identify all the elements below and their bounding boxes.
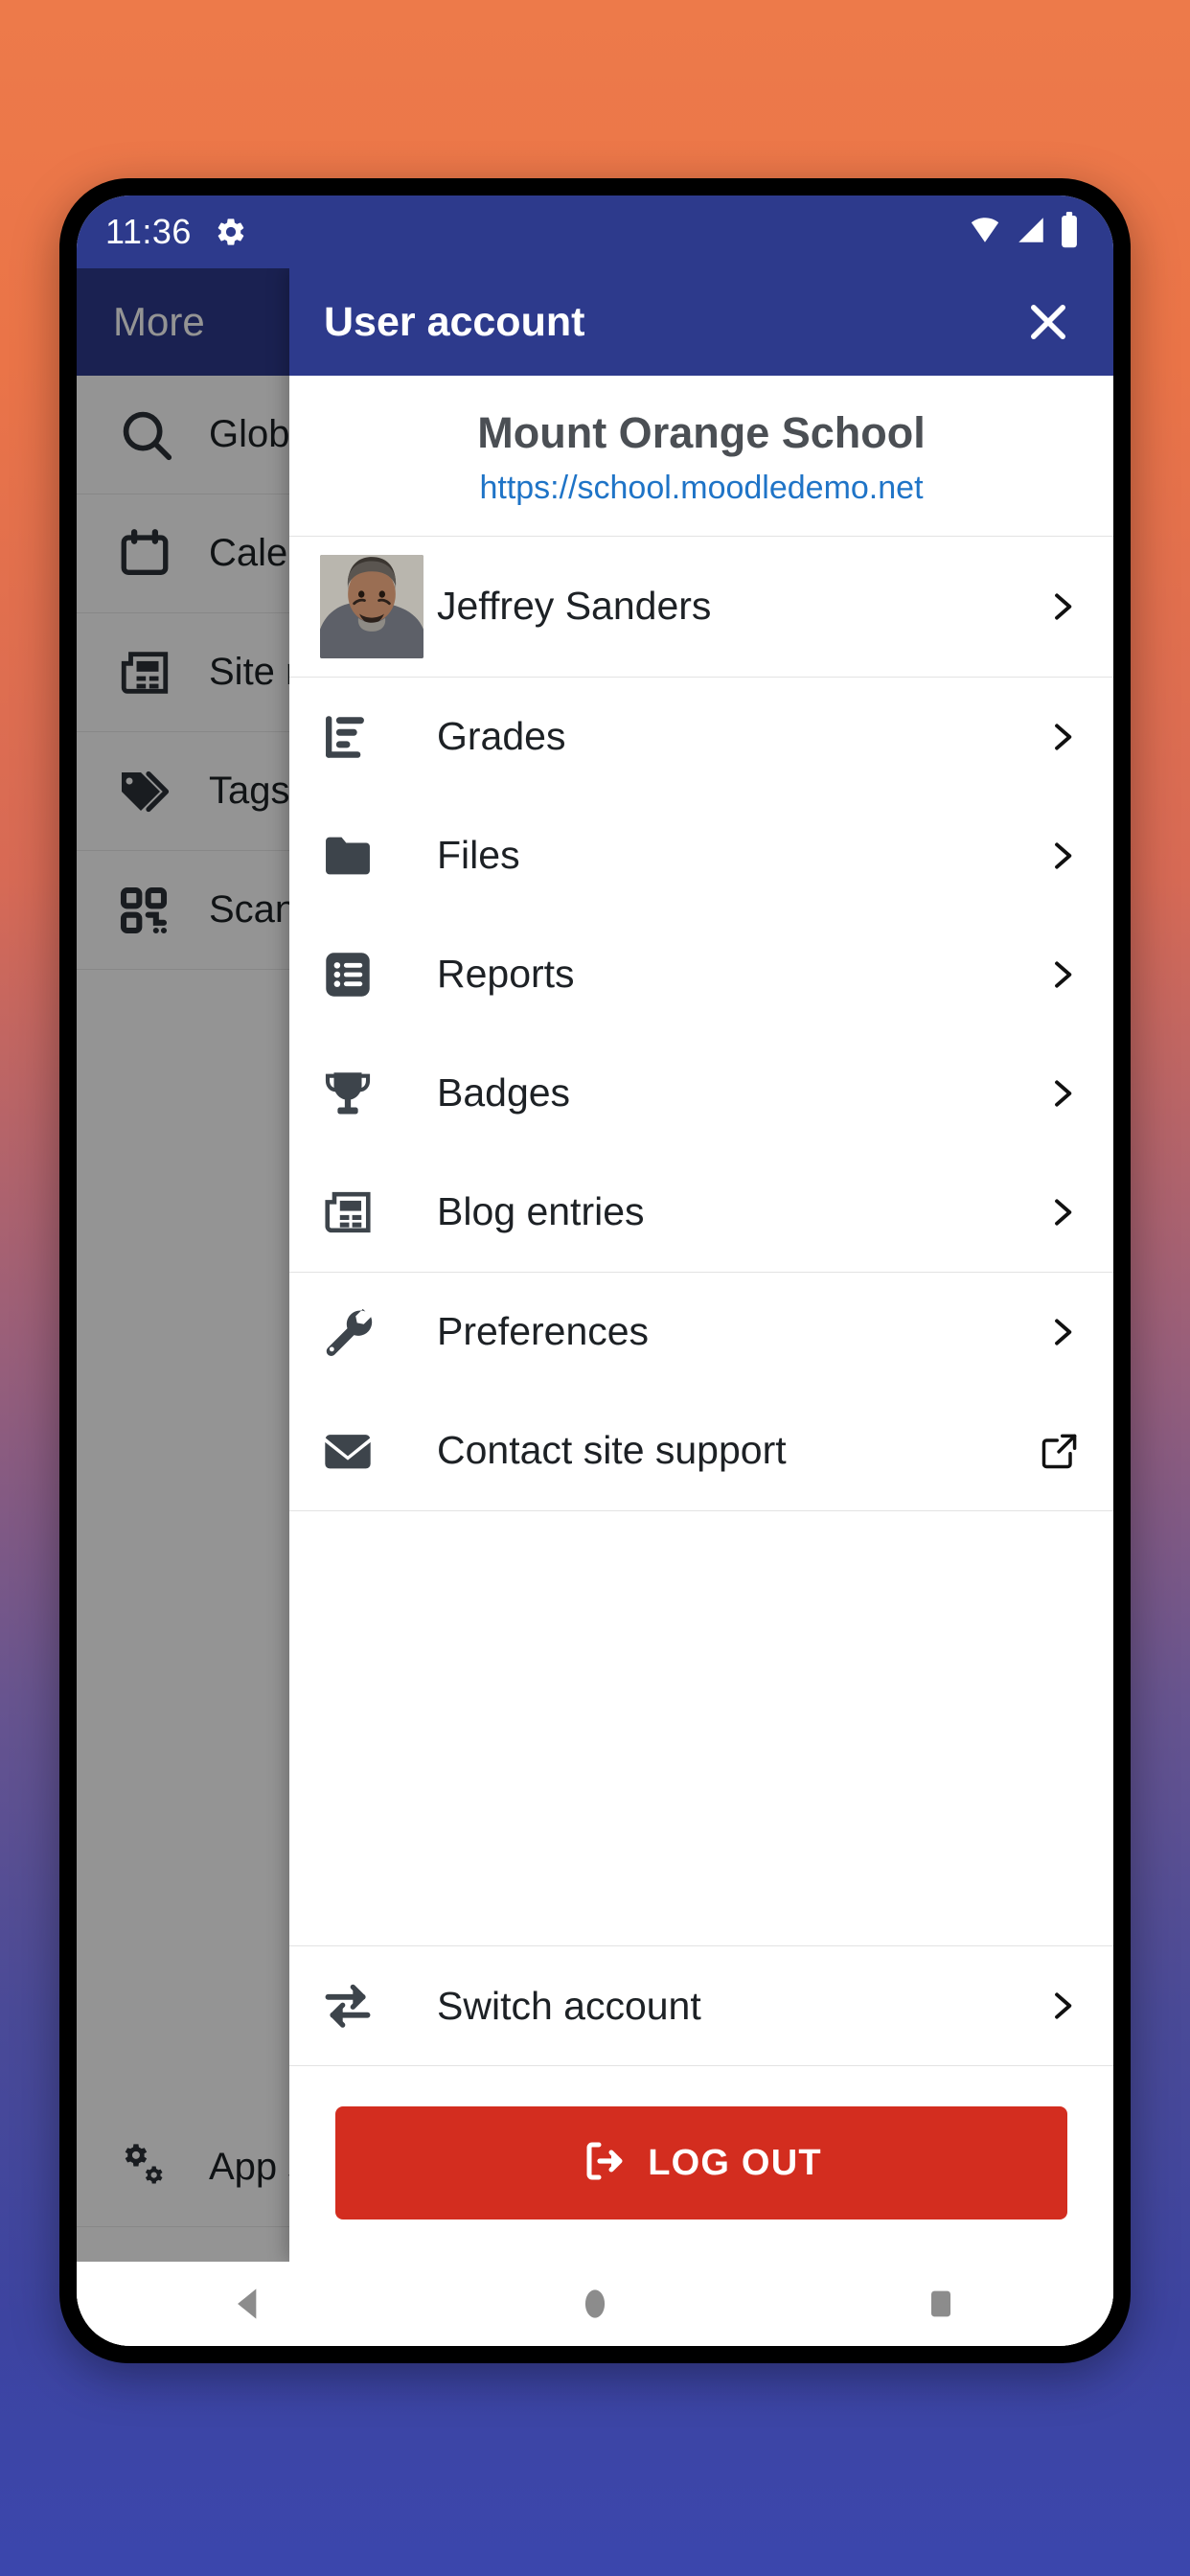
- list-item-label: Contact site support: [437, 1428, 787, 1473]
- screen-body: More Global search: [77, 268, 1113, 2346]
- list-item-label: Switch account: [437, 1983, 701, 2028]
- logout-section: LOG OUT: [289, 2066, 1113, 2262]
- phone-screen: 11:36 More Global Calendar Site Tags Sca…: [77, 196, 1113, 2346]
- chevron-right-icon: [1033, 1074, 1081, 1113]
- list-item-label: Grades: [437, 714, 566, 759]
- list-item-label: Blog entries: [437, 1189, 645, 1234]
- list-item-contact-site-support[interactable]: Contact site support: [289, 1392, 1113, 1510]
- grades-chart-icon: [320, 709, 423, 765]
- cellular-signal-icon: [1014, 214, 1048, 251]
- logout-button[interactable]: LOG OUT: [335, 2106, 1067, 2220]
- site-url-link[interactable]: https://school.moodledemo.net: [312, 470, 1090, 507]
- page-title: User account: [324, 298, 585, 345]
- list-item-user-profile[interactable]: Jeffrey Sanders: [289, 537, 1113, 677]
- account-links-group: Grades Files Reports Badges Blog entries: [289, 678, 1113, 1273]
- close-icon[interactable]: [1018, 291, 1079, 353]
- list-icon: [320, 947, 423, 1002]
- list-item-label: Preferences: [437, 1309, 650, 1354]
- external-link-icon: [1033, 1430, 1081, 1472]
- list-item-files[interactable]: Files: [289, 796, 1113, 915]
- site-name: Mount Orange School: [477, 408, 926, 457]
- avatar: [320, 554, 423, 658]
- back-triangle-icon[interactable]: [192, 2270, 307, 2337]
- list-item-blog-entries[interactable]: Blog entries: [289, 1153, 1113, 1272]
- modal-filler-space: [289, 1510, 1113, 1945]
- home-circle-icon[interactable]: [538, 2270, 652, 2337]
- chevron-right-icon: [1033, 837, 1081, 875]
- list-item-grades[interactable]: Grades: [289, 678, 1113, 796]
- folder-icon: [320, 828, 423, 884]
- list-item-reports[interactable]: Reports: [289, 915, 1113, 1034]
- switch-account-group: Switch account: [289, 1945, 1113, 2066]
- site-info-block: Mount Orange School https://school.moodl…: [289, 376, 1113, 537]
- user-name: Jeffrey Sanders: [437, 584, 712, 629]
- chevron-right-icon: [1033, 955, 1081, 994]
- newspaper-icon: [320, 1184, 423, 1240]
- status-bar-clock: 11:36: [105, 212, 192, 251]
- wifi-icon: [966, 214, 1004, 251]
- android-navigation-bar: [77, 2262, 1113, 2346]
- modal-header: User account: [289, 268, 1113, 376]
- chevron-right-icon: [1033, 1193, 1081, 1231]
- switch-arrows-icon: [320, 1978, 423, 2034]
- preferences-group: Preferences Contact site support: [289, 1273, 1113, 1511]
- gear-icon: [215, 216, 247, 248]
- wrench-icon: [320, 1304, 423, 1360]
- list-item-preferences[interactable]: Preferences: [289, 1273, 1113, 1392]
- user-group: Jeffrey Sanders: [289, 537, 1113, 678]
- chevron-right-icon: [1033, 1987, 1081, 2025]
- list-item-label: Files: [437, 833, 520, 878]
- trophy-icon: [320, 1066, 423, 1121]
- list-item-switch-account[interactable]: Switch account: [289, 1946, 1113, 2065]
- logout-icon: [581, 2138, 627, 2189]
- chevron-right-icon: [1033, 718, 1081, 756]
- modal-scroll-area[interactable]: Jeffrey Sanders Grades Files Reports Bad…: [289, 537, 1113, 2262]
- chevron-right-icon: [1033, 1313, 1081, 1351]
- envelope-icon: [320, 1423, 423, 1479]
- battery-icon: [1058, 211, 1081, 253]
- list-item-label: Badges: [437, 1070, 571, 1116]
- list-item-badges[interactable]: Badges: [289, 1034, 1113, 1153]
- user-account-modal: User account Mount Orange School https:/…: [289, 268, 1113, 2262]
- phone-device-frame: 11:36 More Global Calendar Site Tags Sca…: [59, 178, 1131, 2363]
- chevron-right-icon: [1033, 587, 1081, 626]
- status-bar-right-icons: [966, 211, 1081, 253]
- logout-label: LOG OUT: [648, 2142, 822, 2183]
- list-item-label: Reports: [437, 952, 575, 997]
- recents-square-icon[interactable]: [883, 2270, 998, 2337]
- status-bar: 11:36: [77, 196, 1113, 268]
